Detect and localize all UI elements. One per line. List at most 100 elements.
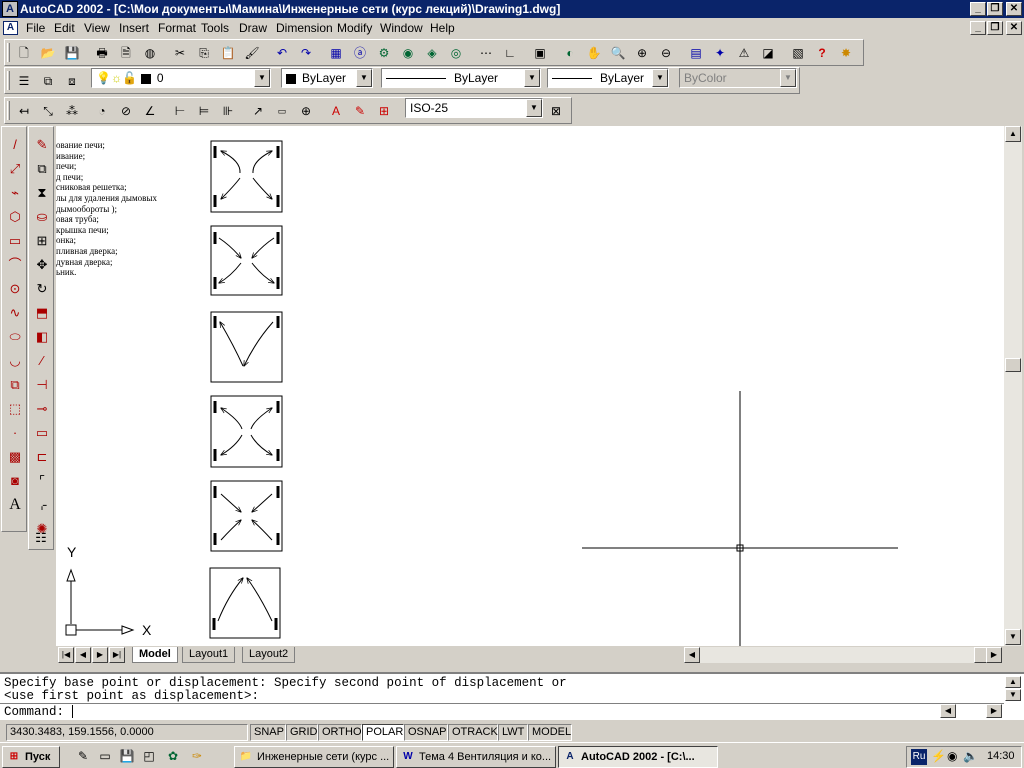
- print-icon[interactable]: 🖶: [93, 44, 111, 62]
- today-icon[interactable]: ⚙: [375, 44, 393, 62]
- color-combo[interactable]: ByLayer ▼: [281, 68, 373, 88]
- tab-next-icon[interactable]: ▶: [92, 647, 108, 663]
- cmd-scroll-up-icon[interactable]: ▲: [1005, 676, 1021, 688]
- menu-dimension[interactable]: Dimension: [276, 21, 333, 35]
- task-word[interactable]: W Тема 4 Вентиляция и ко...: [396, 746, 556, 768]
- help-icon[interactable]: ?: [813, 44, 831, 62]
- toolbar-grip[interactable]: [7, 71, 10, 90]
- air-flow-diagram-3[interactable]: [210, 311, 283, 383]
- linetype-combo[interactable]: ByLayer ▼: [381, 68, 541, 88]
- otrack-button[interactable]: OTRACK: [448, 724, 498, 741]
- break-at-point-icon[interactable]: ⊏: [32, 447, 52, 467]
- angular-dimension-icon[interactable]: ∠: [141, 102, 159, 120]
- 3d-orbit-icon[interactable]: ◐: [561, 44, 579, 62]
- drawing-canvas[interactable]: ование печи; ивание; печи; д печи; снико…: [56, 126, 1004, 646]
- ellipse-arc-icon[interactable]: ◡: [5, 351, 25, 371]
- ucs-icon[interactable]: ∟: [501, 44, 519, 62]
- scroll-left-icon[interactable]: ◀: [684, 647, 700, 663]
- menu-tools[interactable]: Tools: [201, 21, 229, 35]
- chevron-down-icon[interactable]: ▼: [524, 69, 540, 87]
- snap-button[interactable]: SNAP: [250, 724, 286, 741]
- tool-palette-icon[interactable]: ⚠: [735, 44, 753, 62]
- air-flow-diagram-5[interactable]: [210, 480, 283, 552]
- air-flow-diagram-6[interactable]: [209, 567, 281, 639]
- mirror-icon[interactable]: ⧗: [32, 183, 52, 203]
- ellipse-icon[interactable]: ⬭: [5, 327, 25, 347]
- diameter-dimension-icon[interactable]: ⊘: [117, 102, 135, 120]
- copy-icon[interactable]: ⎘: [195, 44, 213, 62]
- make-block-icon[interactable]: ⬚: [5, 399, 25, 419]
- tab-layout1[interactable]: Layout1: [182, 647, 236, 663]
- linear-dimension-icon[interactable]: ↤: [15, 102, 33, 120]
- stretch-icon[interactable]: ◧: [32, 327, 52, 347]
- tab-last-icon[interactable]: ▶|: [109, 647, 125, 663]
- break-icon[interactable]: ▭: [32, 423, 52, 443]
- rotate-icon[interactable]: ↻: [32, 279, 52, 299]
- air-flow-diagram-2[interactable]: [210, 225, 283, 296]
- minimize-button[interactable]: _: [970, 2, 986, 16]
- cut-icon[interactable]: ✂: [171, 44, 189, 62]
- task-folder[interactable]: 📁 Инженерные сети (курс ...: [234, 746, 394, 768]
- restore-button[interactable]: ❐: [987, 2, 1003, 16]
- scroll-thumb[interactable]: [1005, 358, 1021, 372]
- layer-combo[interactable]: 💡☼🔓 0 ▼: [91, 68, 271, 88]
- autocad-app-icon[interactable]: A: [2, 1, 18, 17]
- extend-icon[interactable]: ⊸: [32, 399, 52, 419]
- move-icon[interactable]: ✥: [32, 255, 52, 275]
- close-button[interactable]: ✕: [1006, 2, 1022, 16]
- circle-icon[interactable]: ⊙: [5, 279, 25, 299]
- start-button[interactable]: ⊞ Пуск: [2, 746, 60, 768]
- command-window[interactable]: Specify base point or displacement: Spec…: [0, 672, 1024, 720]
- quicklaunch-outlook-icon[interactable]: ◰: [140, 747, 158, 765]
- menu-view[interactable]: View: [84, 21, 110, 35]
- layer-previous-icon[interactable]: ⧈: [63, 72, 81, 90]
- fillet-icon[interactable]: ⌌: [32, 495, 52, 515]
- tray-network-icon[interactable]: ⚡: [931, 749, 946, 763]
- chevron-down-icon[interactable]: ▼: [254, 69, 270, 87]
- scroll-right-icon[interactable]: ▶: [986, 647, 1002, 663]
- hatch-icon[interactable]: ▩: [5, 447, 25, 467]
- lengthen-icon[interactable]: ⁄: [32, 351, 52, 371]
- baseline-dimension-icon[interactable]: ⊨: [195, 102, 213, 120]
- quicklaunch-app-icon[interactable]: ✿: [164, 747, 182, 765]
- ortho-button[interactable]: ORTHO: [318, 724, 362, 741]
- paste-icon[interactable]: 📋: [219, 44, 237, 62]
- chevron-down-icon[interactable]: ▼: [652, 69, 668, 87]
- dbconnect-icon[interactable]: ◪: [759, 44, 777, 62]
- polygon-icon[interactable]: ⬡: [5, 207, 25, 227]
- scroll-up-icon[interactable]: ▲: [1005, 126, 1021, 142]
- model-button[interactable]: MODEL: [528, 724, 572, 741]
- region-icon[interactable]: ◙: [5, 471, 25, 491]
- hyperlink-icon[interactable]: ⓐ: [351, 44, 369, 62]
- match-properties-icon[interactable]: 🖌: [243, 44, 261, 62]
- toolbar-grip[interactable]: [7, 43, 10, 62]
- menu-help[interactable]: Help: [430, 21, 455, 35]
- tab-layout2[interactable]: Layout2: [242, 647, 296, 663]
- tab-first-icon[interactable]: |◀: [58, 647, 74, 663]
- open-icon[interactable]: 📂: [39, 44, 57, 62]
- aligned-dimension-icon[interactable]: ⤡: [39, 102, 57, 120]
- dimension-update-icon[interactable]: ⊞: [375, 102, 393, 120]
- construction-line-icon[interactable]: ⤢: [5, 159, 25, 179]
- menu-window[interactable]: Window: [380, 21, 423, 35]
- tray-app-icon[interactable]: ◉: [947, 749, 957, 763]
- toolbar-grip[interactable]: [7, 101, 10, 120]
- erase-icon[interactable]: ✎: [32, 135, 52, 155]
- quicklaunch-ie-icon[interactable]: ✎: [74, 747, 92, 765]
- osnap-button[interactable]: OSNAP: [404, 724, 448, 741]
- offset-icon[interactable]: ⛀: [32, 207, 52, 227]
- array-icon[interactable]: ⊞: [32, 231, 52, 251]
- doc-minimize-button[interactable]: _: [970, 21, 986, 35]
- tab-prev-icon[interactable]: ◀: [75, 647, 91, 663]
- multiline-text-icon[interactable]: A: [5, 495, 25, 515]
- menu-insert[interactable]: Insert: [119, 21, 149, 35]
- menu-modify[interactable]: Modify: [337, 21, 372, 35]
- chamfer-icon[interactable]: ⌜: [32, 471, 52, 491]
- zoom-previous-icon[interactable]: ⊖: [657, 44, 675, 62]
- cmd-scroll-left-icon[interactable]: ◀: [940, 704, 956, 718]
- point-icon[interactable]: ·: [5, 423, 25, 443]
- spline-icon[interactable]: ∿: [5, 303, 25, 323]
- polar-button[interactable]: POLAR: [362, 724, 404, 741]
- quick-leader-icon[interactable]: ↗: [249, 102, 267, 120]
- polyline-icon[interactable]: ⌁: [5, 183, 25, 203]
